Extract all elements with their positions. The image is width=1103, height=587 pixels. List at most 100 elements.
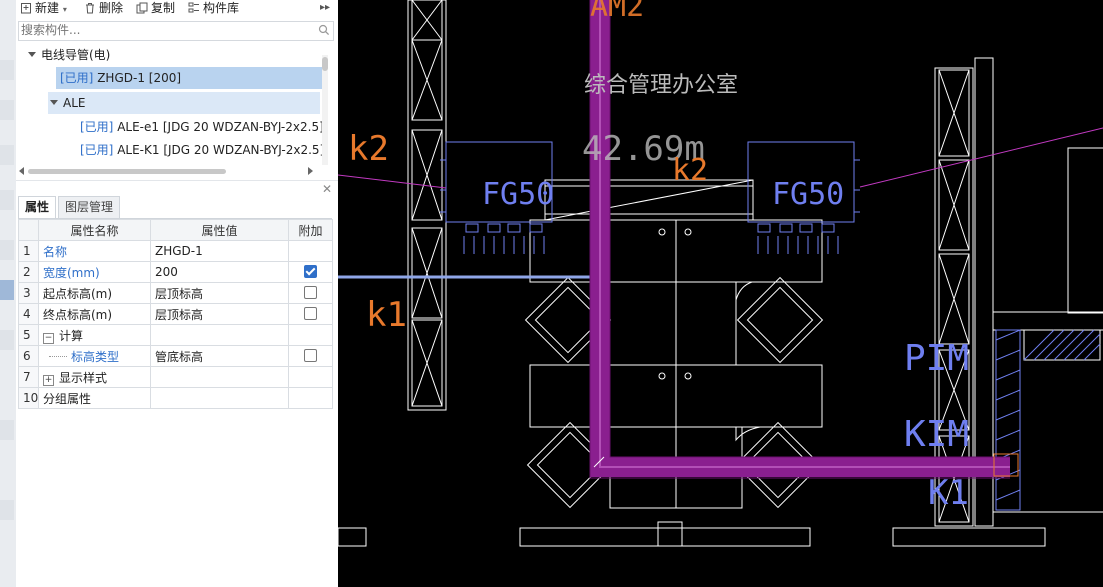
row-number: 10: [18, 387, 39, 409]
search-box: [18, 21, 334, 41]
extra-checkbox[interactable]: [304, 265, 317, 278]
grid-header-corner: [18, 219, 39, 241]
left-strip-item[interactable]: [0, 60, 14, 80]
table-row[interactable]: 4 终点标高(m) 层顶标高: [18, 303, 333, 325]
left-strip-item[interactable]: [0, 330, 14, 350]
row-number: 3: [18, 282, 39, 304]
tree-item-label: ALE-K1 [JDG 20 WDZAN-BYJ-2x2.5]: [117, 143, 325, 157]
tab-layers[interactable]: 图层管理: [58, 196, 121, 218]
tab-properties[interactable]: 属性: [18, 196, 57, 218]
property-name-child: 标高类型: [38, 345, 151, 367]
tree-item-label: ZHGD-1 [200]: [97, 71, 182, 85]
property-value[interactable]: 管底标高: [150, 345, 289, 367]
table-row[interactable]: 2 宽度(mm) 200: [18, 261, 333, 283]
property-name: 名称: [38, 240, 151, 262]
property-extra: [288, 240, 333, 262]
library-button[interactable]: 构件库: [188, 0, 239, 16]
copy-label: 复制: [151, 1, 176, 15]
tree-node-ale[interactable]: ALE: [48, 92, 320, 114]
table-row[interactable]: 5 − 计算: [18, 324, 333, 346]
tree-item-ale-k1[interactable]: [已用] ALE-K1 [JDG 20 WDZAN-BYJ-2x2.5]: [80, 139, 330, 161]
row-number: 6: [18, 345, 39, 367]
tree-item-zhgd[interactable]: [已用] ZHGD-1 [200]: [56, 67, 322, 89]
left-strip-item[interactable]: [0, 500, 14, 520]
property-extra: [288, 345, 333, 367]
more-icon[interactable]: ▸▸: [320, 0, 330, 16]
tree-node-root[interactable]: 电线导管(电): [28, 44, 318, 66]
property-name: 终点标高(m): [38, 303, 151, 325]
used-badge: [已用]: [60, 71, 94, 85]
label-k2-mid: k2: [672, 153, 708, 188]
grid-header-value: 属性值: [150, 219, 289, 241]
property-value[interactable]: 200: [150, 261, 289, 283]
label-am2: AM2: [590, 0, 644, 24]
trash-icon: [86, 3, 94, 14]
delete-button[interactable]: 删除: [84, 0, 123, 16]
tree-connector: [49, 355, 67, 358]
property-value[interactable]: 层顶标高: [150, 282, 289, 304]
tree-vertical-scrollbar[interactable]: [322, 55, 328, 165]
property-value[interactable]: ZHGD-1: [150, 240, 289, 262]
search-icon[interactable]: [318, 24, 330, 36]
expand-icon[interactable]: +: [43, 374, 54, 386]
copy-button[interactable]: 复制: [136, 0, 175, 16]
scroll-right-icon[interactable]: [308, 167, 313, 175]
new-icon: [21, 3, 31, 14]
tree-horizontal-scrollbar[interactable]: [18, 166, 322, 176]
left-strip-item[interactable]: [0, 100, 14, 120]
left-strip-item-selected[interactable]: [0, 280, 14, 300]
collapse-icon[interactable]: −: [43, 332, 54, 344]
property-grid: 属性名称 属性值 附加 1 名称 ZHGD-1 2 宽度(mm) 200 3 起…: [18, 219, 333, 409]
extra-checkbox[interactable]: [304, 286, 317, 299]
tree-node-label: ALE: [63, 96, 86, 110]
extra-checkbox[interactable]: [304, 349, 317, 362]
extra-checkbox[interactable]: [304, 307, 317, 320]
row-number: 5: [18, 324, 39, 346]
label-kim: KIM: [904, 414, 969, 455]
chevron-down-icon[interactable]: [28, 52, 36, 57]
grid-header-name: 属性名称: [38, 219, 151, 241]
left-strip-item[interactable]: [0, 420, 14, 440]
table-row[interactable]: 3 起点标高(m) 层顶标高: [18, 282, 333, 304]
delete-label: 删除: [99, 1, 124, 15]
property-extra: [288, 303, 333, 325]
row-number: 7: [18, 366, 39, 388]
chevron-down-icon[interactable]: [50, 100, 58, 105]
grid-header-row: 属性名称 属性值 附加: [18, 219, 333, 241]
label-k1: k1: [366, 295, 407, 335]
cad-canvas[interactable]: AM2 综合管理办公室 42.69m FG50 FG50 k2 k2 k1 PI…: [338, 0, 1103, 587]
tree-item-ale-e1[interactable]: [已用] ALE-e1 [JDG 20 WDZAN-BYJ-2x2.5]: [80, 116, 330, 138]
used-badge: [已用]: [80, 120, 114, 134]
tree-item-label: ALE-e1 [JDG 20 WDZAN-BYJ-2x2.5]: [117, 120, 324, 134]
toolbar: 新建 ▾ 删除 复制 构件库 ▸▸: [16, 0, 338, 16]
row-number: 2: [18, 261, 39, 283]
property-value: [150, 387, 289, 409]
left-strip-item[interactable]: [0, 240, 14, 260]
property-name: 宽度(mm): [38, 261, 151, 283]
dropdown-arrow-icon[interactable]: ▾: [63, 5, 67, 14]
tree-node-label: 电线导管(电): [41, 48, 111, 62]
property-name-group: + 显示样式: [38, 366, 151, 388]
property-extra: [288, 366, 333, 388]
property-tabs: 属性 图层管理: [18, 196, 332, 219]
label-k2-left: k2: [348, 129, 389, 169]
grid-header-extra: 附加: [288, 219, 333, 241]
left-strip-item[interactable]: [0, 190, 14, 210]
property-name: 计算: [59, 328, 84, 343]
property-extra: [288, 282, 333, 304]
table-row[interactable]: 10 分组属性: [18, 387, 333, 409]
copy-icon: [136, 2, 148, 14]
table-row[interactable]: 1 名称 ZHGD-1: [18, 240, 333, 262]
component-tree: 电线导管(电) [已用] ZHGD-1 [200] ALE [已用] ALE-e…: [16, 42, 330, 164]
row-number: 1: [18, 240, 39, 262]
table-row[interactable]: 7 + 显示样式: [18, 366, 333, 388]
search-input[interactable]: [19, 22, 301, 38]
table-row[interactable]: 6 标高类型 管底标高: [18, 345, 333, 367]
library-label: 构件库: [203, 1, 240, 15]
new-button[interactable]: 新建 ▾: [20, 0, 67, 16]
property-value[interactable]: 层顶标高: [150, 303, 289, 325]
close-icon[interactable]: ✕: [322, 182, 332, 196]
used-badge: [已用]: [80, 143, 114, 157]
fan-label-left: FG50: [482, 177, 554, 212]
left-strip-item[interactable]: [0, 145, 14, 165]
